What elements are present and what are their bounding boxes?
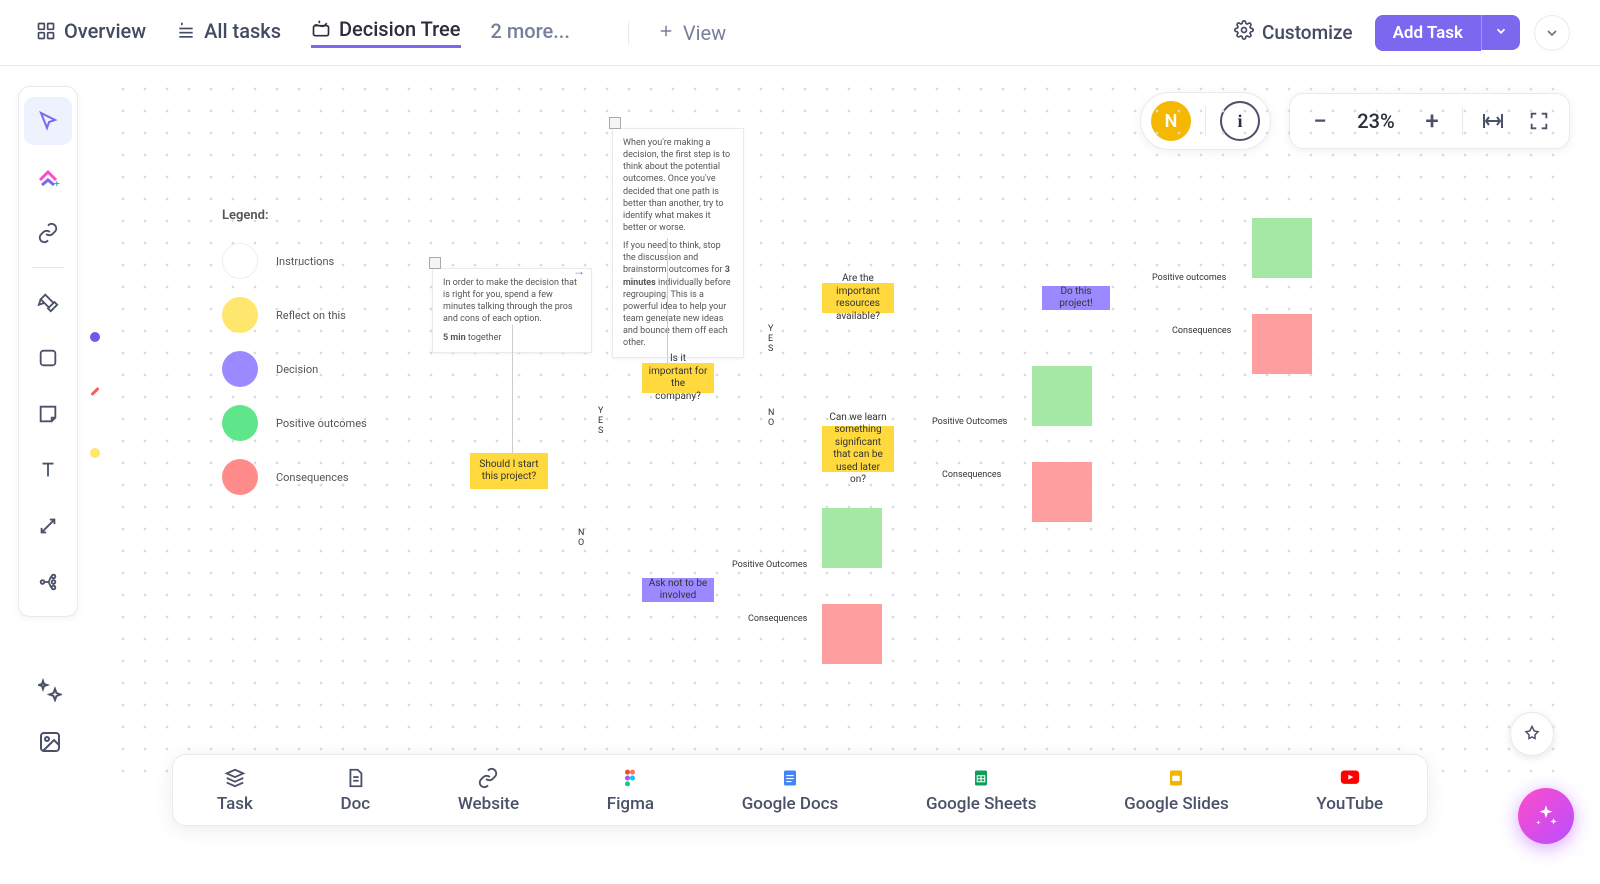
- doc-icon: [343, 766, 367, 790]
- note-connector-line-2: [512, 325, 513, 453]
- tool-clickup[interactable]: +: [24, 153, 72, 201]
- block-consequence-2[interactable]: [1032, 462, 1092, 522]
- ai-assist-button[interactable]: [1518, 788, 1574, 844]
- tool-pen[interactable]: [24, 278, 72, 326]
- tool-pointer[interactable]: [24, 97, 72, 145]
- left-toolbar: +: [18, 86, 78, 617]
- card-doc[interactable]: Doc: [341, 766, 371, 814]
- edge-label: Consequences: [748, 614, 807, 624]
- node-do-project[interactable]: Do this project!: [1042, 286, 1110, 310]
- whiteboard-canvas[interactable]: Legend: Instructions Reflect on this Dec…: [112, 78, 1570, 774]
- edge-label: Positive Outcomes: [732, 560, 807, 570]
- tab-more[interactable]: 2 more...: [491, 19, 570, 47]
- tab-all-tasks[interactable]: All tasks: [176, 19, 281, 47]
- tool-mindmap[interactable]: [24, 558, 72, 606]
- tool-connector[interactable]: [24, 502, 72, 550]
- node-resources[interactable]: Are the important resources available?: [822, 283, 894, 313]
- edge-label: NO: [768, 408, 774, 428]
- sticky-color-indicator-icon: [90, 448, 100, 458]
- tool-sticky[interactable]: [24, 390, 72, 438]
- card-google-slides[interactable]: Google Slides: [1124, 766, 1229, 814]
- add-task-button[interactable]: Add Task: [1375, 15, 1481, 51]
- bottom-cards-bar: Task Doc Website Figma Google Docs Googl…: [172, 754, 1428, 826]
- legend: Legend: Instructions Reflect on this Dec…: [222, 208, 367, 513]
- customize-button[interactable]: Customize: [1234, 20, 1353, 45]
- figma-icon: [618, 766, 642, 790]
- plus-icon: [657, 21, 675, 45]
- arrow-icon: →: [573, 263, 585, 279]
- tool-shape[interactable]: [24, 334, 72, 382]
- top-bar: Overview All tasks Decision Tree 2 more.…: [0, 0, 1600, 66]
- block-consequence-1[interactable]: [1252, 314, 1312, 374]
- edge-label: Positive outcomes: [1152, 273, 1226, 283]
- svg-text:+: +: [54, 179, 60, 189]
- tool-link[interactable]: [24, 209, 72, 257]
- shape-style-indicator-icon: [90, 387, 99, 396]
- gear-icon: [1234, 20, 1254, 45]
- card-google-sheets[interactable]: Google Sheets: [926, 766, 1037, 814]
- tool-text[interactable]: [24, 446, 72, 494]
- card-youtube[interactable]: YouTube: [1316, 766, 1383, 814]
- card-website[interactable]: Website: [458, 766, 519, 814]
- tool-ai-sparkle[interactable]: [30, 670, 70, 710]
- add-task-dropdown[interactable]: [1481, 15, 1520, 50]
- pen-color-indicator-icon: [90, 332, 100, 342]
- tab-overview[interactable]: Overview: [36, 19, 146, 47]
- edge-label: YES: [768, 324, 773, 354]
- card-figma[interactable]: Figma: [607, 766, 654, 814]
- edge-label: NO: [578, 528, 584, 548]
- block-consequence-3[interactable]: [822, 604, 882, 664]
- block-positive-1[interactable]: [1252, 218, 1312, 278]
- edge-label: YES: [598, 406, 603, 436]
- block-positive-3[interactable]: [822, 508, 882, 568]
- whiteboard-icon: [311, 19, 331, 39]
- add-view-button[interactable]: View: [628, 21, 726, 45]
- edge-label: Positive Outcomes: [932, 417, 1007, 427]
- grid-icon: [36, 21, 56, 41]
- node-ask-not[interactable]: Ask not to be involved: [642, 578, 714, 602]
- node-learn[interactable]: Can we learn something significant that …: [822, 426, 894, 472]
- gdocs-icon: [778, 766, 802, 790]
- card-task[interactable]: Task: [217, 766, 253, 814]
- tool-image[interactable]: [30, 722, 70, 762]
- block-positive-2[interactable]: [1032, 366, 1092, 426]
- edge-label: Consequences: [1172, 326, 1231, 336]
- link-icon: [476, 766, 500, 790]
- node-start[interactable]: Should I start this project?: [470, 453, 548, 489]
- tab-decision-tree[interactable]: Decision Tree: [311, 17, 461, 48]
- edge-label: Consequences: [942, 470, 1001, 480]
- stack-icon: [223, 766, 247, 790]
- list-pin-icon: [176, 21, 196, 41]
- youtube-icon: [1338, 766, 1362, 790]
- node-important[interactable]: Is it important for the company?: [642, 363, 714, 393]
- note-connector-line: [667, 238, 668, 363]
- pin-button[interactable]: [1510, 712, 1554, 756]
- gsheets-icon: [969, 766, 993, 790]
- card-google-docs[interactable]: Google Docs: [742, 766, 839, 814]
- instruction-note-big[interactable]: When you're making a decision, the first…: [612, 128, 744, 358]
- gslides-icon: [1164, 766, 1188, 790]
- more-menu-button[interactable]: [1534, 15, 1570, 51]
